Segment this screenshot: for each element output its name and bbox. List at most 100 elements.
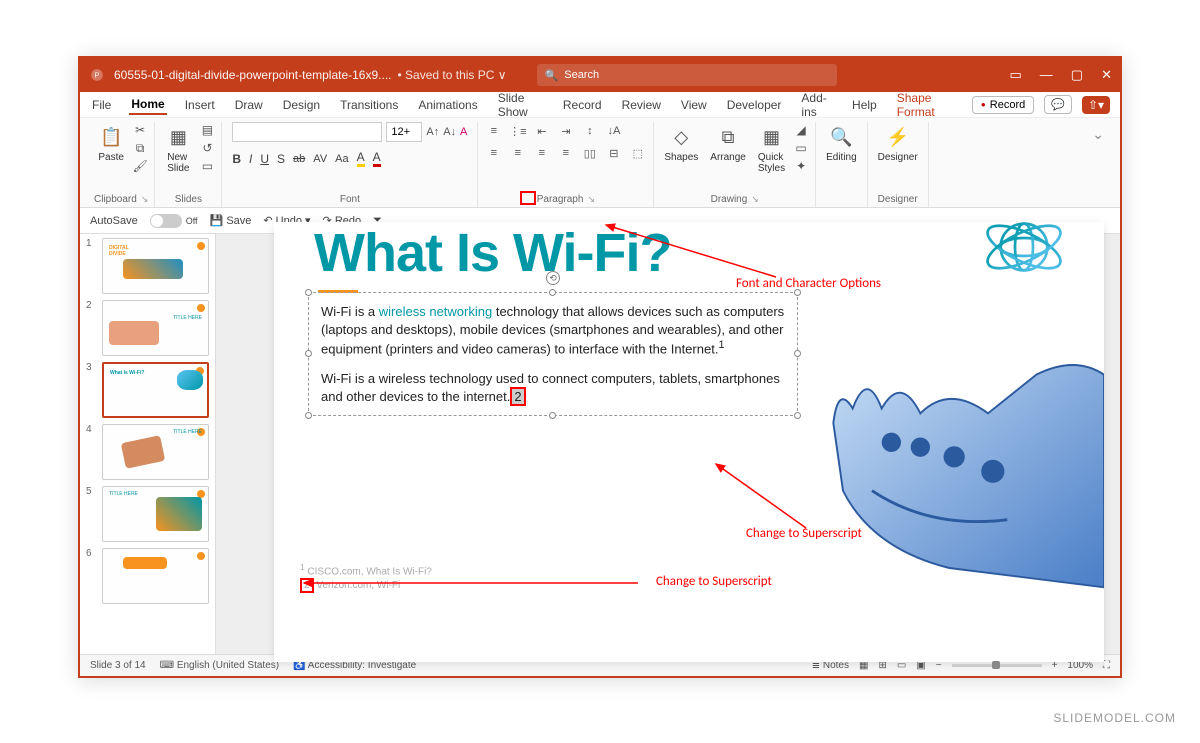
section-icon[interactable]: ▭ xyxy=(199,158,215,174)
arrange-button[interactable]: ⧉Arrange xyxy=(706,122,750,165)
resize-handle-nw[interactable] xyxy=(305,289,312,296)
tab-shape-format[interactable]: Shape Format xyxy=(895,89,956,121)
format-painter-icon[interactable]: 🖌 xyxy=(132,158,148,174)
layout-icon[interactable]: ▤ xyxy=(199,122,215,138)
font-dialog-launcher-highlight[interactable] xyxy=(520,191,536,205)
ribbon-mode-icon[interactable]: ▭ xyxy=(1010,67,1022,83)
tab-draw[interactable]: Draw xyxy=(233,96,265,114)
tab-home[interactable]: Home xyxy=(129,95,166,115)
bullets-icon[interactable]: ≡ xyxy=(485,122,503,140)
resize-handle-se[interactable] xyxy=(794,412,801,419)
tab-record[interactable]: Record xyxy=(561,96,604,114)
minimize-icon[interactable]: — xyxy=(1040,67,1053,83)
tab-design[interactable]: Design xyxy=(281,96,322,114)
text-box-selected[interactable]: ⟲ Wi-Fi is a wireless networking technol… xyxy=(308,292,798,416)
tab-animations[interactable]: Animations xyxy=(416,96,479,114)
shapes-button[interactable]: ◇Shapes xyxy=(660,122,702,165)
wireless-link[interactable]: wireless networking xyxy=(379,304,492,319)
comments-icon[interactable]: 💬 xyxy=(1044,95,1072,114)
designer-button[interactable]: ⚡Designer xyxy=(874,122,922,165)
tab-addins[interactable]: Add-ins xyxy=(799,89,834,121)
slide-canvas[interactable]: What Is Wi-Fi? xyxy=(216,234,1120,654)
save-button[interactable]: 💾 Save xyxy=(210,214,252,227)
underline-button[interactable]: U xyxy=(260,152,269,166)
line-spacing-icon[interactable]: ↕ xyxy=(581,122,599,140)
shape-outline-icon[interactable]: ▭ xyxy=(793,140,809,156)
indent-dec-icon[interactable]: ⇤ xyxy=(533,122,551,140)
selected-char-2[interactable]: 2 xyxy=(510,387,525,406)
maximize-icon[interactable]: ▢ xyxy=(1071,67,1083,83)
tab-slideshow[interactable]: Slide Show xyxy=(496,89,545,121)
highlight-icon[interactable]: A xyxy=(357,150,365,167)
record-button[interactable]: Record xyxy=(972,96,1034,114)
tab-transitions[interactable]: Transitions xyxy=(338,96,400,114)
thumbnail-2[interactable]: 2TITLE HERE xyxy=(86,300,209,356)
font-name-input[interactable] xyxy=(232,122,382,142)
align-right-icon[interactable]: ≡ xyxy=(533,144,551,162)
justify-icon[interactable]: ≡ xyxy=(557,144,575,162)
quick-styles-button[interactable]: ▦Quick Styles xyxy=(754,122,789,176)
resize-handle-ne[interactable] xyxy=(794,289,801,296)
resize-handle-n[interactable] xyxy=(549,289,556,296)
align-text-icon[interactable]: ⊟ xyxy=(605,144,623,162)
font-size-input[interactable] xyxy=(386,122,422,142)
close-icon[interactable]: ✕ xyxy=(1101,67,1112,83)
spacing-button[interactable]: AV xyxy=(313,153,327,165)
indent-inc-icon[interactable]: ⇥ xyxy=(557,122,575,140)
strike-button[interactable]: ab xyxy=(293,153,305,165)
thumbnail-6[interactable]: 6 xyxy=(86,548,209,604)
decrease-font-icon[interactable]: A↓ xyxy=(443,126,456,138)
editing-button[interactable]: 🔍Editing xyxy=(822,122,861,165)
bold-button[interactable]: B xyxy=(232,152,241,166)
slide-counter[interactable]: Slide 3 of 14 xyxy=(90,660,146,671)
tab-insert[interactable]: Insert xyxy=(183,96,217,114)
saved-status[interactable]: • Saved to this PC ∨ xyxy=(398,68,507,82)
clipboard-launcher-icon[interactable]: ↘ xyxy=(141,194,149,205)
numbering-icon[interactable]: ⋮≡ xyxy=(509,122,527,140)
tab-file[interactable]: File xyxy=(90,96,113,114)
tab-view[interactable]: View xyxy=(679,96,709,114)
text-direction-icon[interactable]: ↓A xyxy=(605,122,623,140)
smartart-icon[interactable]: ⬚ xyxy=(629,144,647,162)
tab-developer[interactable]: Developer xyxy=(725,96,784,114)
new-slide-button[interactable]: ▦New Slide xyxy=(161,122,195,176)
paragraph-launcher-icon[interactable]: ↘ xyxy=(587,194,595,205)
resize-handle-s[interactable] xyxy=(549,412,556,419)
italic-button[interactable]: I xyxy=(249,152,252,166)
thumbnail-1[interactable]: 1DIGITALDIVIDE xyxy=(86,238,209,294)
footnote-2-num-highlight[interactable]: 2 xyxy=(300,578,314,593)
resize-handle-e[interactable] xyxy=(794,350,801,357)
shape-fill-icon[interactable]: ◢ xyxy=(793,122,809,138)
tab-help[interactable]: Help xyxy=(850,96,879,114)
clear-format-icon[interactable]: A xyxy=(460,126,467,138)
thumbnail-4[interactable]: 4TITLE HERE xyxy=(86,424,209,480)
shadow-button[interactable]: S xyxy=(277,152,285,166)
case-button[interactable]: Aa xyxy=(335,153,348,165)
font-color-icon[interactable]: A xyxy=(373,150,381,167)
resize-handle-sw[interactable] xyxy=(305,412,312,419)
autosave-toggle[interactable] xyxy=(150,214,182,228)
language-status[interactable]: ⌨ English (United States) xyxy=(160,660,280,671)
search-box[interactable]: 🔍Search xyxy=(537,64,837,86)
collapse-ribbon-icon[interactable]: ⌄ xyxy=(1084,122,1112,207)
increase-font-icon[interactable]: A↑ xyxy=(426,126,439,138)
zoom-slider[interactable] xyxy=(952,664,1042,667)
fit-window-icon[interactable]: ⛶ xyxy=(1103,660,1110,671)
thumbnail-5[interactable]: 5TITLE HERE xyxy=(86,486,209,542)
drawing-launcher-icon[interactable]: ↘ xyxy=(751,194,759,205)
align-left-icon[interactable]: ≡ xyxy=(485,144,503,162)
resize-handle-w[interactable] xyxy=(305,350,312,357)
columns-icon[interactable]: ▯▯ xyxy=(581,144,599,162)
share-button[interactable]: ⇧▾ xyxy=(1082,96,1110,114)
rotate-handle-icon[interactable]: ⟲ xyxy=(546,271,560,285)
paragraph-2[interactable]: Wi-Fi is a wireless technology used to c… xyxy=(321,370,785,405)
thumbnail-3[interactable]: 3What Is Wi-Fi? xyxy=(86,362,209,418)
paragraph-1[interactable]: Wi-Fi is a wireless networking technolog… xyxy=(321,303,785,358)
paste-button[interactable]: 📋Paste xyxy=(94,122,128,165)
align-center-icon[interactable]: ≡ xyxy=(509,144,527,162)
tab-review[interactable]: Review xyxy=(620,96,663,114)
shape-effects-icon[interactable]: ✦ xyxy=(793,158,809,174)
copy-icon[interactable]: ⧉ xyxy=(132,140,148,156)
cut-icon[interactable]: ✂ xyxy=(132,122,148,138)
reset-icon[interactable]: ↺ xyxy=(199,140,215,156)
